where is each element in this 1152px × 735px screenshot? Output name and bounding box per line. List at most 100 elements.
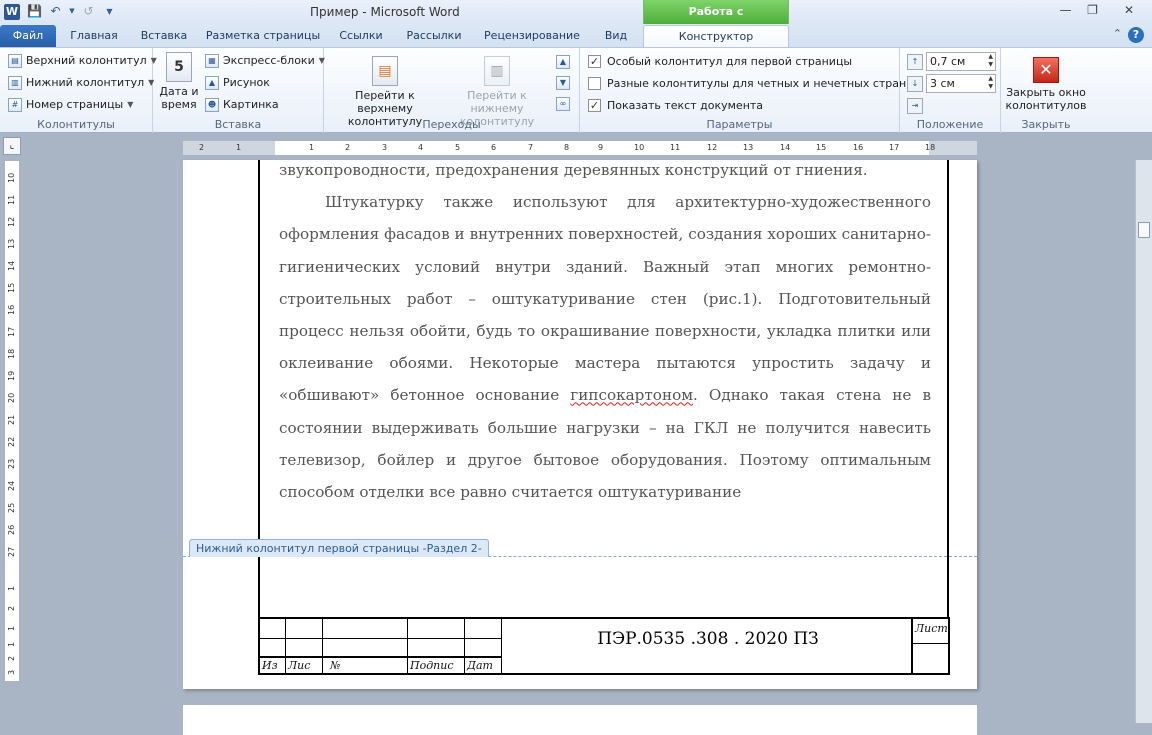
title-bar: W 💾 ↶ ▼ ↺ ▼ Пример - Microsoft Word Рабо… bbox=[0, 0, 1152, 42]
group-insert: 5 Дата и время ▦ Экспресс-блоки ▼ ▲ Рису… bbox=[153, 48, 325, 133]
footer-icon: ▥ bbox=[8, 76, 22, 90]
page-number-button[interactable]: # Номер страницы ▼ bbox=[8, 95, 133, 115]
tab-mailings[interactable]: Рассылки bbox=[398, 25, 470, 47]
insert-alignment-tab-button[interactable]: ⇥ bbox=[907, 96, 926, 115]
goto-footer-icon: ▥ bbox=[484, 56, 510, 86]
ruler-tick: 11 bbox=[670, 143, 681, 152]
help-icon[interactable]: ? bbox=[1128, 27, 1144, 43]
close-header-footer-button[interactable]: ✕ Закрыть окно колонтитулов bbox=[1005, 57, 1087, 112]
table-divider bbox=[911, 643, 948, 644]
tab-page-layout[interactable]: Разметка страницы bbox=[202, 25, 324, 47]
tab-design[interactable]: Конструктор bbox=[643, 25, 789, 47]
spinner-arrows-icon[interactable]: ▲ ▼ bbox=[988, 53, 993, 69]
footer-position-input[interactable]: 3 см ▲ ▼ bbox=[926, 74, 996, 93]
tab-insert[interactable]: Вставка bbox=[133, 25, 195, 47]
maximize-icon[interactable]: ❐ bbox=[1079, 0, 1106, 20]
table-divider bbox=[285, 619, 286, 673]
ruler-tick: 6 bbox=[491, 143, 497, 152]
save-icon[interactable]: 💾 bbox=[26, 3, 43, 20]
different-first-page-checkbox[interactable]: ✓ Особый колонтитул для первой страницы bbox=[588, 51, 852, 71]
checkbox-checked: ✓ bbox=[588, 98, 601, 112]
header-position-spinner[interactable]: ↑ 0,7 см ▲ ▼ bbox=[907, 52, 996, 71]
stamp-header-cell: Из bbox=[262, 659, 278, 672]
undo-icon[interactable]: ↶ bbox=[47, 3, 64, 20]
footer-position-icon: ↓ bbox=[907, 75, 923, 92]
word-app-icon[interactable]: W bbox=[4, 4, 20, 20]
next-page[interactable] bbox=[183, 705, 977, 735]
ruler-tick: 2 bbox=[7, 605, 16, 611]
chevron-down-icon: ▼ bbox=[127, 100, 134, 109]
ruler-tick: 20 bbox=[7, 392, 16, 403]
scrollbar-thumb[interactable] bbox=[1138, 222, 1150, 238]
ruler-tick: 1 bbox=[7, 585, 16, 591]
ruler-tick: 2 bbox=[7, 655, 16, 661]
page-number-icon: # bbox=[8, 98, 22, 112]
group-options: ✓ Особый колонтитул для первой страницы … bbox=[580, 48, 921, 133]
header-position-input[interactable]: 0,7 см ▲ ▼ bbox=[926, 52, 996, 71]
ruler-tick: 18 bbox=[7, 348, 16, 359]
header-position-icon: ↑ bbox=[907, 53, 923, 70]
tab-references[interactable]: Ссылки bbox=[331, 25, 391, 47]
ruler-tick: 26 bbox=[7, 524, 16, 535]
quick-access-toolbar: 💾 ↶ ▼ ↺ ▼ bbox=[26, 3, 118, 20]
ruler-tick: 1 bbox=[7, 625, 16, 631]
picture-button[interactable]: ▲ Рисунок bbox=[205, 73, 270, 93]
tab-home[interactable]: Главная bbox=[62, 25, 126, 47]
clip-art-button[interactable]: ☻ Картинка bbox=[205, 95, 279, 115]
tab-review[interactable]: Рецензирование bbox=[477, 25, 587, 47]
group-label: Колонтитулы bbox=[37, 118, 115, 131]
vertical-ruler[interactable]: 10 11 12 13 14 15 16 17 18 19 20 21 22 2… bbox=[5, 161, 19, 681]
redo-icon[interactable]: ↺ bbox=[80, 3, 97, 20]
collapse-ribbon-icon[interactable]: ⌃ bbox=[1113, 27, 1122, 40]
ruler-tick: 1 bbox=[236, 143, 242, 152]
group-label: Вставка bbox=[214, 118, 262, 131]
ruler-tick: 8 bbox=[564, 143, 570, 152]
alignment-tab-icon: ⇥ bbox=[907, 97, 923, 114]
tab-view[interactable]: Вид bbox=[594, 25, 638, 47]
footer-button[interactable]: ▥ Нижний колонтитул ▼ bbox=[8, 73, 154, 93]
misspelled-word[interactable]: гипсокартоном bbox=[570, 386, 693, 404]
tab-file[interactable]: Файл bbox=[0, 25, 56, 47]
group-label: Положение bbox=[916, 118, 984, 131]
next-section-icon[interactable]: ▼ bbox=[556, 73, 570, 93]
quick-parts-icon: ▦ bbox=[205, 54, 219, 68]
ruler-tick: 18 bbox=[925, 143, 936, 152]
paragraph: звукопроводности, предохранения деревянн… bbox=[279, 161, 868, 179]
ruler-tick: 25 bbox=[7, 502, 16, 513]
ruler-tick: 11 bbox=[7, 194, 16, 205]
group-label: Параметры bbox=[706, 118, 773, 131]
customize-qat-icon[interactable]: ▼ bbox=[101, 3, 118, 20]
group-headers-footers: ▤ Верхний колонтитул ▼ ▥ Нижний колонтит… bbox=[0, 48, 157, 133]
ruler-tick: 13 bbox=[743, 143, 754, 152]
vertical-scrollbar[interactable] bbox=[1135, 160, 1152, 723]
link-to-previous-icon[interactable]: ∞ bbox=[556, 94, 570, 114]
minimize-icon[interactable]: — bbox=[1052, 0, 1079, 20]
document-page[interactable]: звукопроводности, предохранения деревянн… bbox=[183, 160, 977, 689]
tab-selector-icon[interactable]: ⌞ bbox=[3, 137, 21, 155]
header-button[interactable]: ▤ Верхний колонтитул ▼ bbox=[8, 51, 157, 71]
quick-parts-button[interactable]: ▦ Экспресс-блоки ▼ bbox=[205, 51, 325, 71]
ruler-tick: 17 bbox=[889, 143, 900, 152]
ruler-tick: 27 bbox=[7, 546, 16, 557]
close-red-x-icon: ✕ bbox=[1033, 57, 1059, 83]
different-odd-even-checkbox[interactable]: Разные колонтитулы для четных и нечетных… bbox=[588, 73, 921, 93]
document-code: ПЭР.0535 .308 . 2020 ПЗ bbox=[597, 629, 819, 649]
group-position: ↑ 0,7 см ▲ ▼ ↓ 3 см ▲ ▼ ⇥ Положение bbox=[900, 48, 1001, 133]
close-icon[interactable]: ✕ bbox=[1106, 0, 1152, 20]
undo-dropdown-icon[interactable]: ▼ bbox=[68, 3, 76, 20]
show-document-text-checkbox[interactable]: ✓ Показать текст документа bbox=[588, 95, 763, 115]
spinner-arrows-icon[interactable]: ▲ ▼ bbox=[988, 75, 993, 91]
footer-position-spinner[interactable]: ↓ 3 см ▲ ▼ bbox=[907, 74, 996, 93]
table-divider bbox=[407, 619, 408, 673]
document-body[interactable]: звукопроводности, предохранения деревянн… bbox=[279, 160, 931, 508]
ruler-tick: 5 bbox=[455, 143, 461, 152]
ruler-tick: 13 bbox=[7, 238, 16, 249]
ruler-tick: 10 bbox=[634, 143, 645, 152]
ruler-tick: 17 bbox=[7, 326, 16, 337]
title-block-table[interactable]: Из Лис № Подпис Дат ПЭР.0535 .308 . 2020… bbox=[258, 617, 950, 675]
horizontal-ruler[interactable]: 2 1 1 2 3 4 5 6 7 8 9 10 11 12 13 14 15 … bbox=[183, 141, 977, 155]
date-time-button[interactable]: 5 Дата и время bbox=[159, 52, 199, 111]
ruler-tick: 7 bbox=[528, 143, 534, 152]
paragraph: Штукатурку также используют для архитект… bbox=[279, 193, 931, 502]
previous-section-icon[interactable]: ▲ bbox=[556, 52, 570, 72]
